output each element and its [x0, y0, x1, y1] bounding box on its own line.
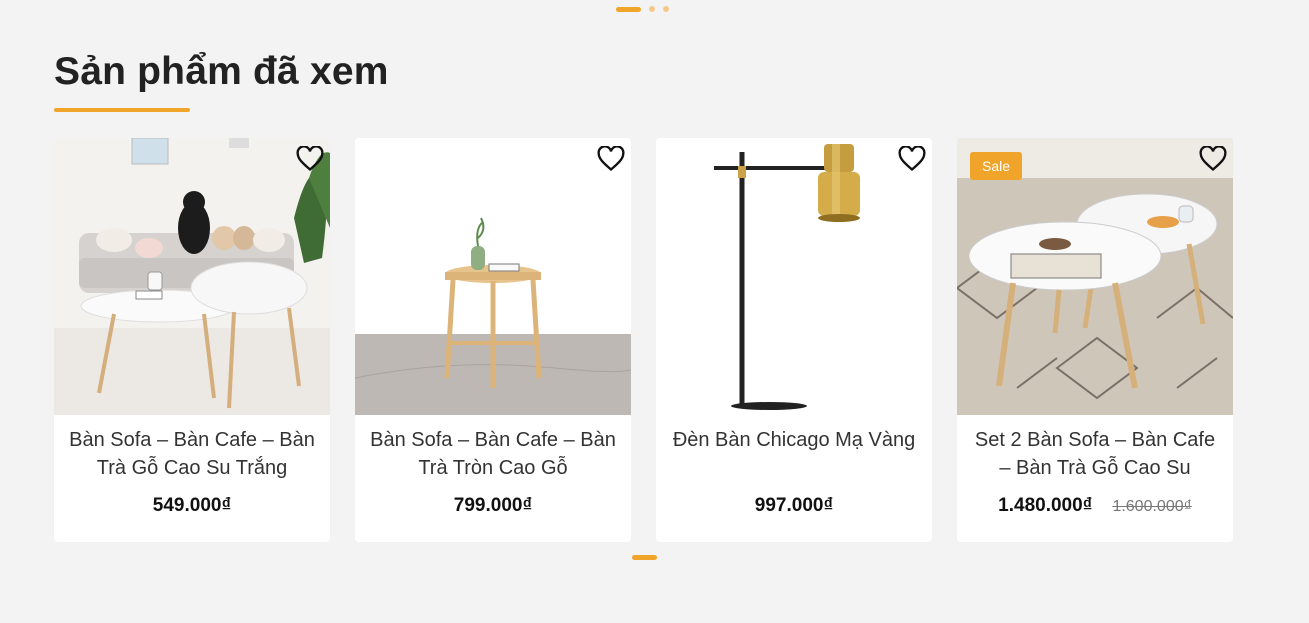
product-image[interactable]: Sale — [957, 138, 1233, 415]
product-card[interactable]: Sale Set 2 Bàn Sofa – Bàn Cafe – Bàn Trà… — [957, 138, 1233, 542]
product-price: 1.480.000₫ — [998, 495, 1093, 516]
price-row: 799.000₫ — [355, 495, 631, 517]
carousel-dot-3[interactable] — [663, 6, 669, 12]
product-card[interactable]: Đèn Bàn Chicago Mạ Vàng 997.000₫ — [656, 138, 932, 542]
heart-icon[interactable] — [597, 146, 625, 172]
product-name[interactable]: Set 2 Bàn Sofa – Bàn Cafe – Bàn Trà Gỗ C… — [967, 426, 1223, 482]
price-row: 549.000₫ — [54, 495, 330, 517]
product-price: 549.000₫ — [152, 495, 232, 516]
product-card[interactable]: Bàn Sofa – Bàn Cafe – Bàn Trà Gỗ Cao Su … — [54, 138, 330, 542]
heart-icon[interactable] — [296, 146, 324, 172]
top-carousel-dots — [616, 6, 669, 12]
sale-badge: Sale — [970, 152, 1023, 180]
product-carousel: Bàn Sofa – Bàn Cafe – Bàn Trà Gỗ Cao Su … — [54, 138, 1233, 542]
product-name[interactable]: Bàn Sofa – Bàn Cafe – Bàn Trà Tròn Cao G… — [365, 426, 621, 482]
carousel-dot-1[interactable] — [616, 6, 641, 12]
product-price: 799.000₫ — [453, 495, 533, 516]
product-image[interactable] — [656, 138, 932, 415]
bottom-carousel-dot[interactable] — [632, 555, 657, 560]
carousel-dot-2[interactable] — [649, 6, 655, 12]
product-old-price: 1.600.000₫ — [1112, 498, 1192, 515]
heart-icon[interactable] — [898, 146, 926, 172]
product-card[interactable]: Bàn Sofa – Bàn Cafe – Bàn Trà Tròn Cao G… — [355, 138, 631, 542]
product-price: 997.000₫ — [754, 495, 834, 516]
title-underline — [54, 108, 190, 112]
product-image[interactable] — [355, 138, 631, 415]
product-image[interactable] — [54, 138, 330, 415]
section-title: Sản phẩm đã xem — [54, 50, 389, 93]
product-name[interactable]: Đèn Bàn Chicago Mạ Vàng — [666, 426, 922, 454]
heart-icon[interactable] — [1199, 146, 1227, 172]
price-row: 997.000₫ — [656, 495, 932, 517]
price-row: 1.480.000₫ 1.600.000₫ — [957, 495, 1233, 517]
product-name[interactable]: Bàn Sofa – Bàn Cafe – Bàn Trà Gỗ Cao Su … — [64, 426, 320, 482]
